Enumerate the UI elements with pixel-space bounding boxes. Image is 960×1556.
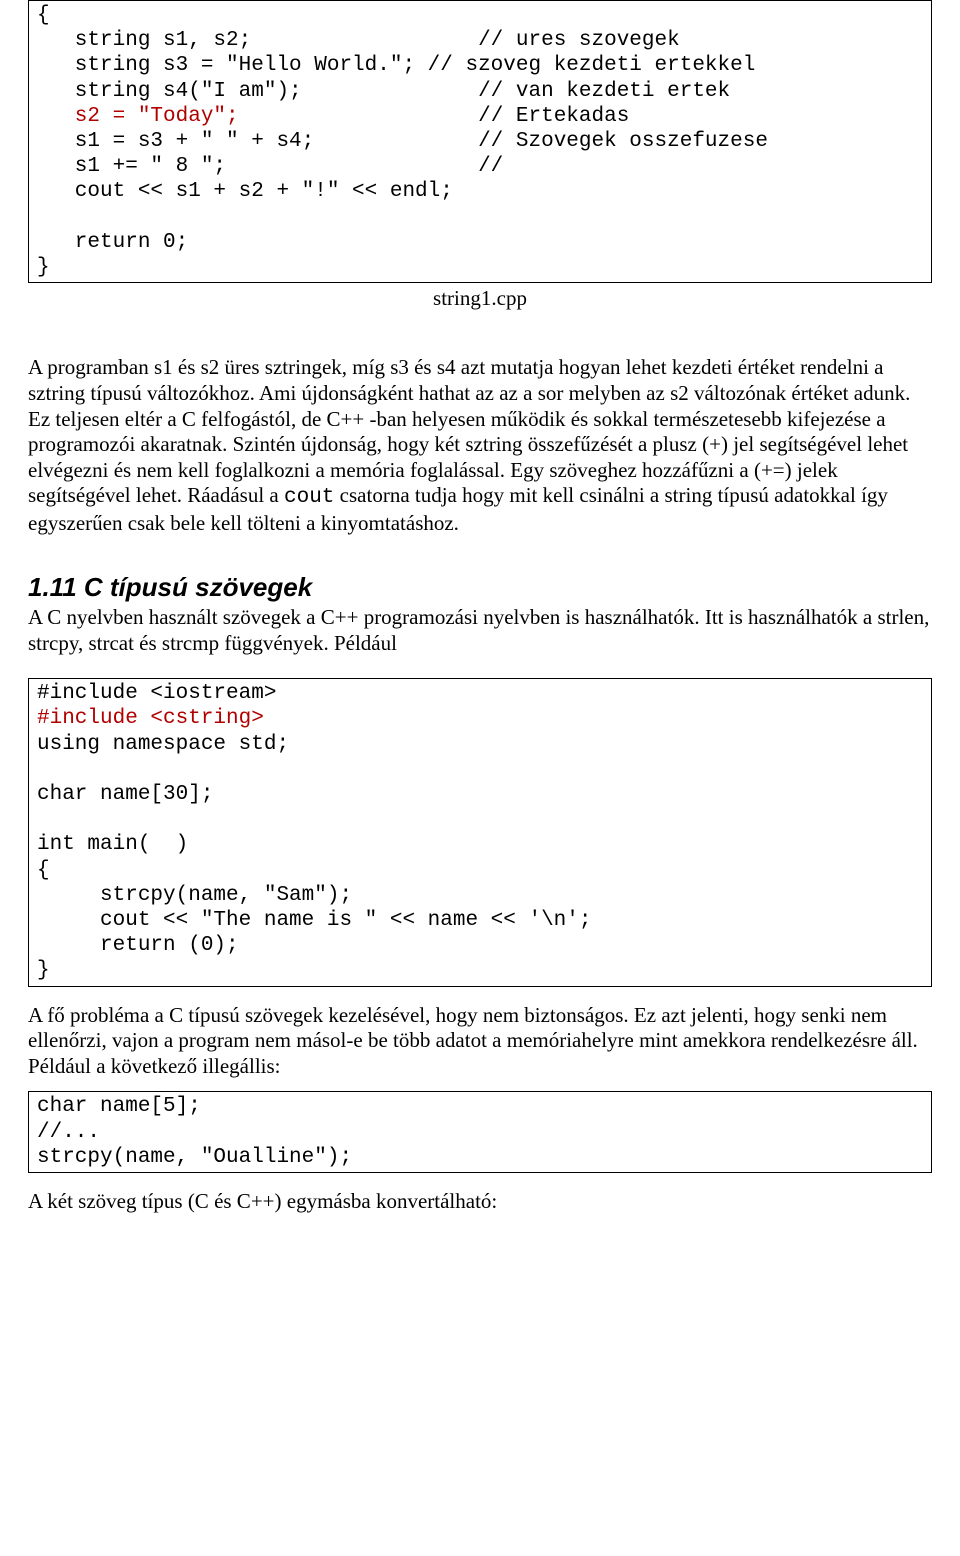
code-line: cout << "The name is " << name << '\n'; [37,909,592,932]
code-block-1: { string s1, s2; // ures szovegek string… [28,0,932,283]
paragraph-4: A két szöveg típus (C és C++) egymásba k… [28,1189,932,1215]
code-comment: // [478,155,503,178]
code-line: s1 = s3 + " " + s4; [37,130,478,153]
code-pad [239,105,478,128]
code-line: } [37,256,50,279]
code-comment: // ures szovegek [478,29,680,52]
section-heading: 1.11 C típusú szövegek [28,571,932,604]
paragraph-3: A fő probléma a C típusú szövegek kezelé… [28,1003,932,1080]
code-line: cout << s1 + s2 + "!" << endl; [37,180,453,203]
code-line: { [37,4,50,27]
code-line: #include <iostream> [37,682,276,705]
code-line: strcpy(name, "Oualline"); [37,1146,352,1169]
code-block-2: #include <iostream> #include <cstring> u… [28,678,932,986]
code-caption-1: string1.cpp [28,285,932,311]
code-line: s1 += " 8 "; [37,155,478,178]
code-line: string s4("I am"); [37,80,478,103]
paragraph-1: A programban s1 és s2 üres sztringek, mí… [28,355,932,536]
code-comment: // van kezdeti ertek [478,80,730,103]
page: { string s1, s2; // ures szovegek string… [0,0,960,1556]
code-line-highlight: s2 = "Today"; [37,105,239,128]
code-line: int main( ) [37,833,188,856]
code-block-3: char name[5]; //... strcpy(name, "Oualli… [28,1091,932,1173]
code-line: //... [37,1121,100,1144]
code-comment: // Ertekadas [478,105,629,128]
inline-code-cout: cout [284,486,334,509]
code-comment: // Szovegek osszefuzese [478,130,768,153]
code-line: return (0); [37,934,239,957]
code-line: using namespace std; [37,733,289,756]
code-line: char name[30]; [37,783,213,806]
code-line: return 0; [37,231,188,254]
code-line: char name[5]; [37,1095,201,1118]
code-line: } [37,959,50,982]
paragraph-2: A C nyelvben használt szövegek a C++ pro… [28,605,932,656]
code-line: { [37,859,50,882]
code-line: strcpy(name, "Sam"); [37,884,352,907]
code-line: string s1, s2; [37,29,478,52]
code-line: string s3 = "Hello World."; [37,54,428,77]
code-line-highlight: #include <cstring> [37,707,264,730]
code-comment: // szoveg kezdeti ertekkel [428,54,756,77]
